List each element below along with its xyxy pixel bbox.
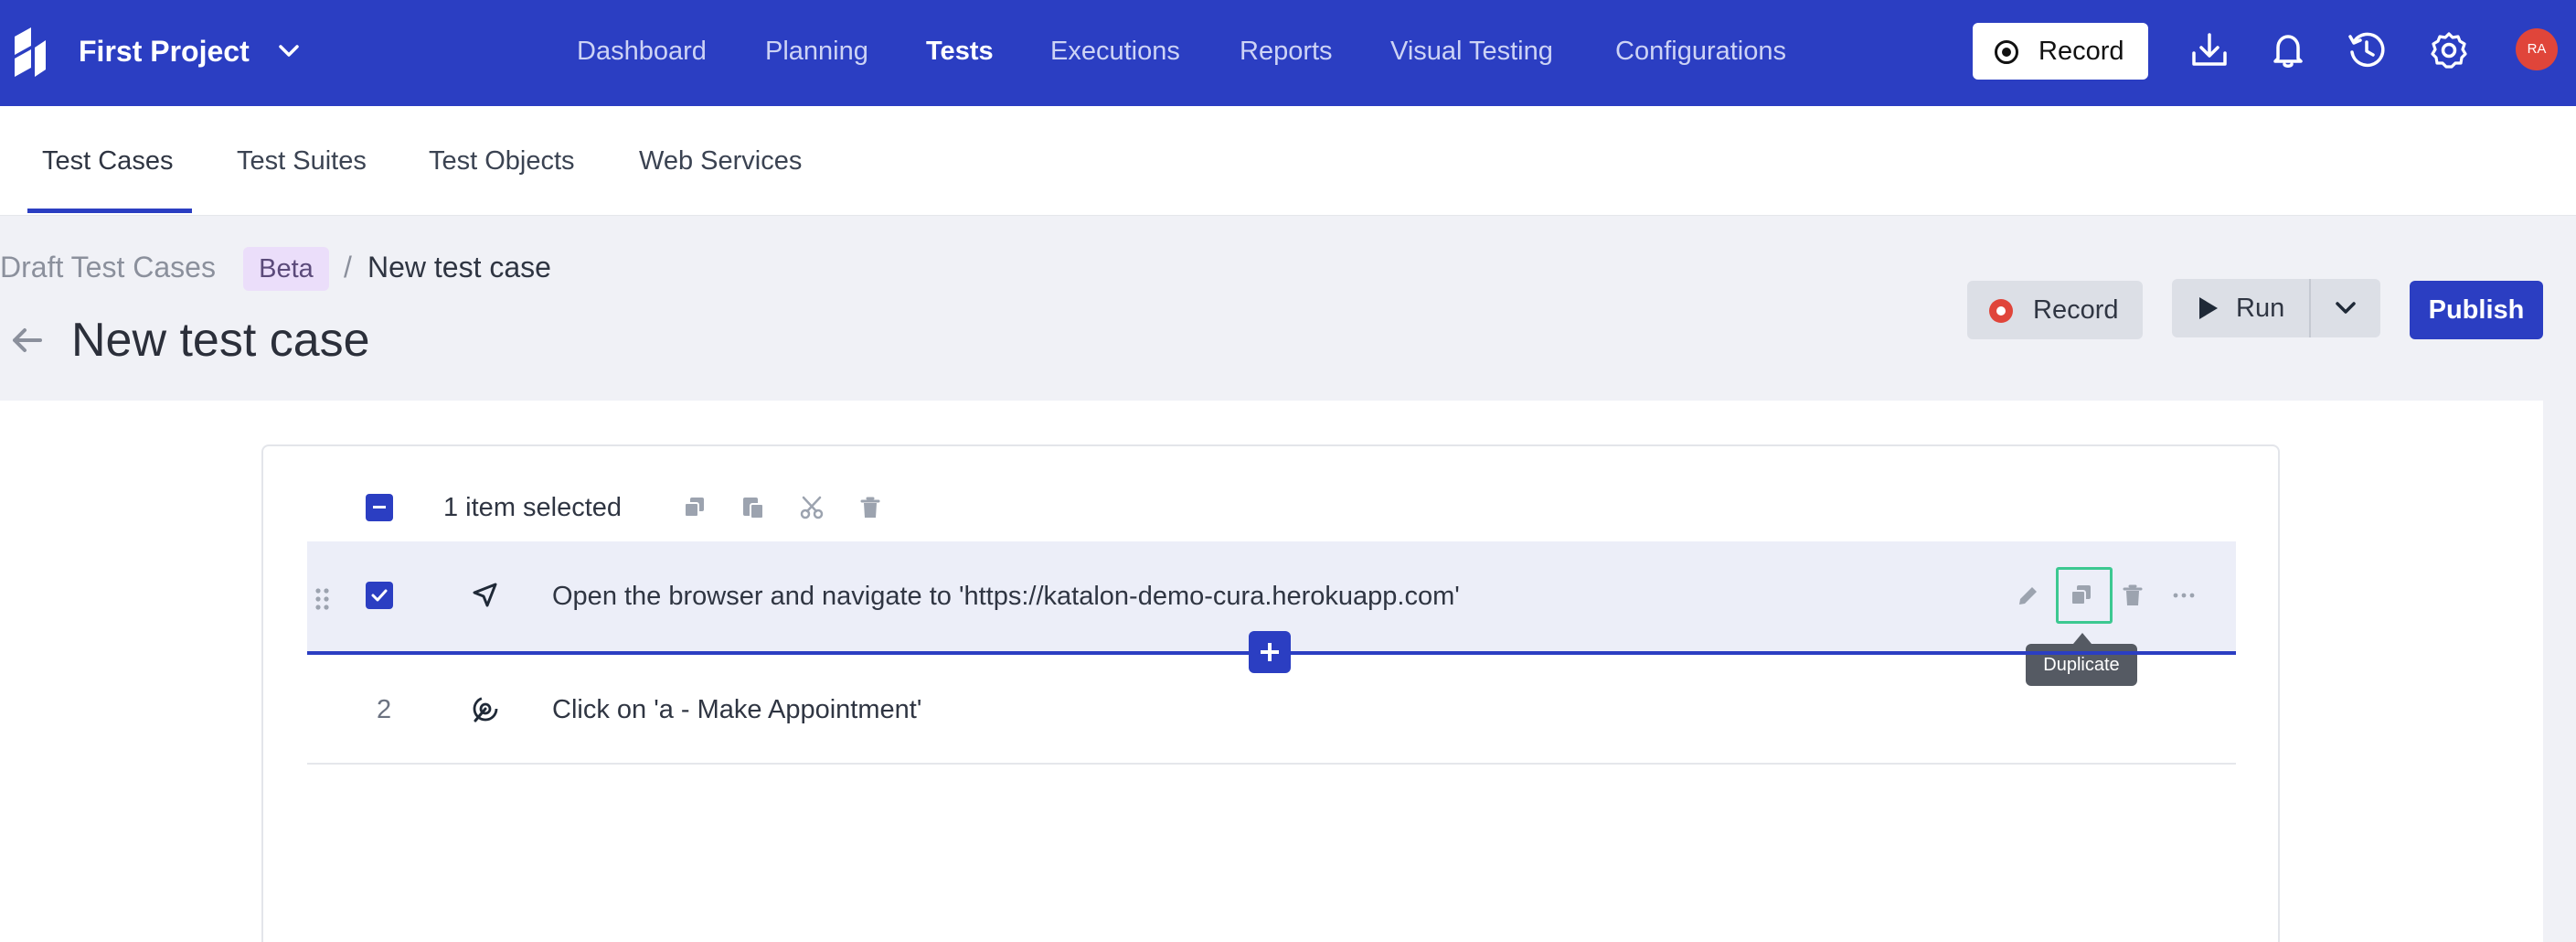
- nav-reports[interactable]: Reports: [1240, 33, 1333, 70]
- katalon-logo[interactable]: [11, 27, 48, 77]
- beta-badge: Beta: [243, 247, 329, 291]
- paste-icon[interactable]: [740, 494, 767, 521]
- copy-icon[interactable]: [681, 494, 708, 521]
- record-dot-icon: [1989, 299, 2013, 323]
- cut-icon[interactable]: [798, 494, 825, 521]
- row-checkbox[interactable]: [366, 582, 393, 609]
- history-icon[interactable]: [2346, 29, 2388, 71]
- avatar[interactable]: RA: [2516, 28, 2558, 70]
- breadcrumb-separator: /: [344, 251, 352, 284]
- breadcrumb-draft-test-cases[interactable]: Draft Test Cases: [0, 249, 216, 285]
- navigate-icon: [473, 583, 497, 607]
- nav-executions[interactable]: Executions: [1050, 33, 1180, 70]
- tooltip-arrow: [2073, 633, 2092, 644]
- record-button-top[interactable]: Record: [1973, 23, 2148, 80]
- tab-test-suites[interactable]: Test Suites: [237, 143, 367, 179]
- active-tab-indicator: [27, 209, 192, 213]
- record-icon: [1995, 40, 2018, 64]
- more-options-icon[interactable]: [2170, 582, 2198, 609]
- chevron-down-icon: [2336, 302, 2356, 314]
- add-step-button[interactable]: [1249, 631, 1291, 673]
- click-icon: [473, 696, 498, 723]
- trash-icon[interactable]: [857, 494, 884, 521]
- publish-button[interactable]: Publish: [2410, 281, 2543, 339]
- nav-tests[interactable]: Tests: [926, 33, 994, 70]
- back-arrow-icon[interactable]: [9, 322, 46, 359]
- chevron-down-icon[interactable]: [274, 37, 303, 66]
- edit-icon[interactable]: [2015, 582, 2042, 609]
- top-navbar: First Project Dashboard Planning Tests E…: [0, 0, 2576, 106]
- page-title: New test case: [71, 314, 370, 367]
- duplicate-tooltip: Duplicate: [2026, 644, 2137, 686]
- tab-test-cases[interactable]: Test Cases: [42, 143, 173, 179]
- step-text[interactable]: Click on 'a - Make Appointment': [552, 691, 921, 728]
- select-all-checkbox[interactable]: [366, 494, 393, 521]
- tab-test-objects[interactable]: Test Objects: [429, 143, 575, 179]
- record-button-label: Record: [2033, 295, 2119, 325]
- checkmark-icon: [371, 589, 388, 602]
- breadcrumb-current: New test case: [367, 251, 551, 284]
- record-button[interactable]: Record: [1967, 281, 2143, 339]
- record-label: Record: [2038, 37, 2124, 66]
- play-icon: [2199, 297, 2218, 319]
- bell-icon[interactable]: [2267, 29, 2309, 71]
- nav-configurations[interactable]: Configurations: [1615, 33, 1786, 70]
- drag-handle-icon[interactable]: [314, 587, 331, 611]
- gear-icon[interactable]: [2428, 29, 2470, 71]
- run-button[interactable]: Run: [2172, 279, 2309, 337]
- delete-icon[interactable]: [2119, 582, 2146, 609]
- row-divider: [307, 763, 2236, 765]
- page-header: Draft Test Cases Beta / New test case Ne…: [0, 216, 2576, 401]
- subtab-bar: Test Cases Test Suites Test Objects Web …: [0, 106, 2576, 216]
- step-text[interactable]: Open the browser and navigate to 'https:…: [552, 578, 1460, 615]
- nav-planning[interactable]: Planning: [765, 33, 868, 70]
- project-name[interactable]: First Project: [79, 31, 250, 71]
- run-dropdown-button[interactable]: [2309, 279, 2380, 337]
- right-scroll-strip: [2543, 401, 2576, 942]
- selection-count: 1 item selected: [443, 493, 623, 522]
- duplicate-focus-outline: [2056, 567, 2113, 624]
- download-icon[interactable]: [2188, 29, 2230, 71]
- tab-web-services[interactable]: Web Services: [639, 143, 802, 179]
- nav-visual-testing[interactable]: Visual Testing: [1390, 33, 1553, 70]
- run-button-label: Run: [2236, 294, 2285, 323]
- step-number: 2: [377, 695, 392, 724]
- nav-dashboard[interactable]: Dashboard: [577, 33, 707, 70]
